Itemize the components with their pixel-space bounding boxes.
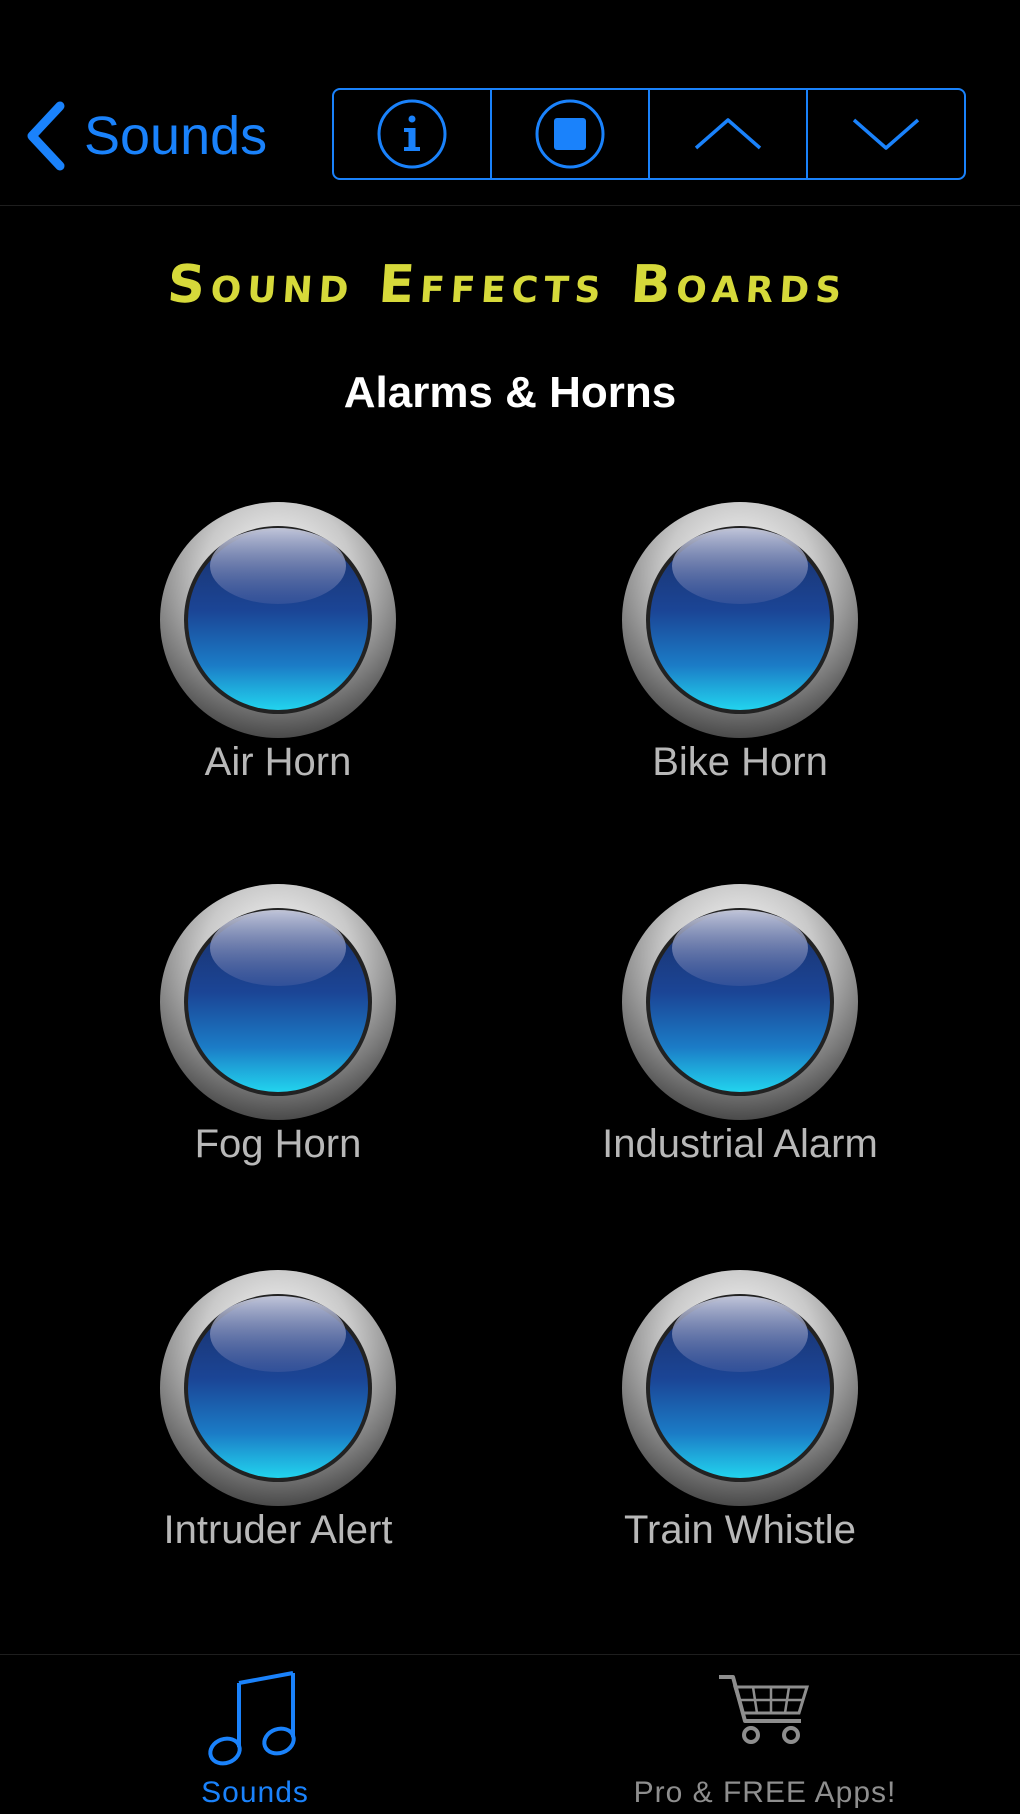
chevron-left-icon [27, 101, 65, 171]
sound-button-intruder-alert[interactable]: Intruder Alert [78, 1268, 478, 1553]
section-title: Alarms & Horns [343, 368, 677, 417]
chevron-up-icon [694, 118, 762, 150]
back-button-label: Sounds [84, 106, 268, 166]
sound-button-train-whistle[interactable]: Train Whistle [540, 1268, 940, 1553]
sound-button-bike-horn[interactable]: Bike Horn [540, 500, 940, 785]
sound-orb-icon [160, 884, 396, 1120]
tab-bar: Sounds Pro & FREE Apps! [0, 1654, 1020, 1814]
previous-button[interactable] [650, 90, 808, 178]
tab-pro-free-apps[interactable]: Pro & FREE Apps! [510, 1655, 1020, 1814]
chevron-down-icon [852, 118, 920, 150]
music-note-icon [208, 1671, 296, 1766]
sound-orb-icon [622, 1270, 858, 1506]
sound-orb-icon [160, 502, 396, 738]
sound-label: Industrial Alarm [602, 1122, 878, 1166]
stop-button[interactable] [492, 90, 650, 178]
sound-orb-icon [622, 884, 858, 1120]
stop-icon [535, 99, 605, 169]
back-button[interactable]: Sounds [24, 96, 267, 176]
sound-label: Bike Horn [652, 740, 828, 784]
navigation-bar: Sounds [0, 0, 1020, 206]
sound-label: Train Whistle [624, 1508, 856, 1552]
sound-button-fog-horn[interactable]: Fog Horn [78, 882, 478, 1167]
sound-button-air-horn[interactable]: Air Horn [78, 500, 478, 785]
playback-toolbar [332, 88, 966, 180]
sound-label: Air Horn [204, 740, 352, 784]
board-title: Sound Effects Boards [166, 255, 850, 315]
tab-label: Pro & FREE Apps! [633, 1776, 897, 1809]
sound-orb-icon [160, 1270, 396, 1506]
sound-orb-icon [622, 502, 858, 738]
sound-label: Fog Horn [194, 1122, 362, 1166]
sound-label: Intruder Alert [163, 1508, 393, 1552]
info-icon [377, 99, 447, 169]
tab-sounds[interactable]: Sounds [0, 1655, 510, 1814]
next-button[interactable] [808, 90, 964, 178]
board-title-logo: Sound Effects Boards [0, 250, 1020, 325]
tab-label: Sounds [201, 1776, 309, 1809]
info-button[interactable] [334, 90, 492, 178]
sound-button-industrial-alarm[interactable]: Industrial Alarm [540, 882, 940, 1167]
shopping-cart-icon [719, 1675, 810, 1744]
